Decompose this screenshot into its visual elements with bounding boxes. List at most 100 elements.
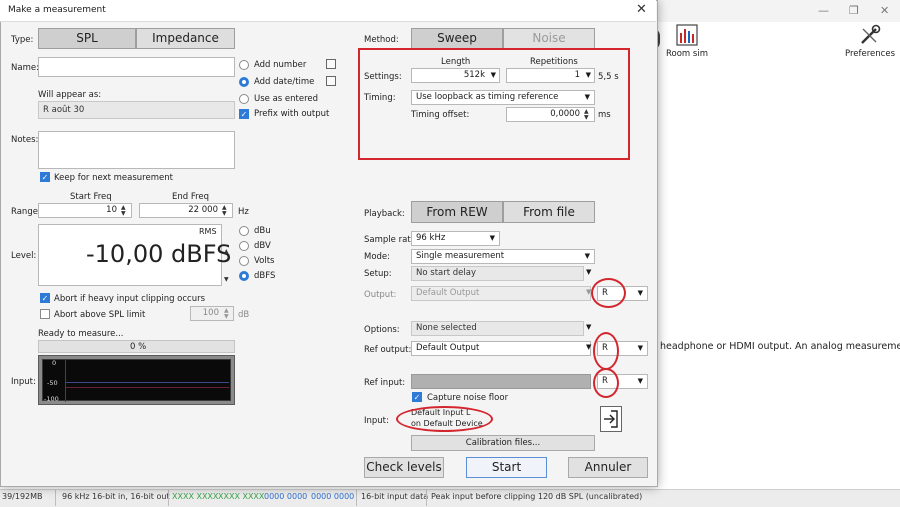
- keep-notes-checkbox[interactable]: ✓: [40, 172, 50, 182]
- dialog-title-bar: Make a measurement: [0, 0, 656, 22]
- level-label: Level:: [11, 251, 37, 261]
- calibration-files-button[interactable]: Calibration files...: [411, 435, 595, 451]
- impedance-type-button[interactable]: Impedance: [136, 28, 235, 49]
- from-rew-button[interactable]: From REW: [411, 201, 503, 223]
- spl-type-button[interactable]: SPL: [38, 28, 136, 49]
- dbv-radio[interactable]: [239, 241, 249, 251]
- chevron-down-icon[interactable]: ▼: [586, 268, 591, 276]
- spl-limit-unit: dB: [238, 310, 250, 320]
- ref-output-label: Ref output:: [364, 345, 412, 355]
- abort-spl-checkbox[interactable]: [40, 309, 50, 319]
- freq-unit-label: Hz: [238, 207, 249, 217]
- level-value: -10,00 dBFS: [86, 240, 232, 268]
- capture-noise-floor-checkbox[interactable]: ✓: [412, 392, 422, 402]
- abort-clipping-checkbox[interactable]: ✓: [40, 293, 50, 303]
- range-label: Range:: [11, 207, 41, 217]
- mode-select[interactable]: Single measurement ▼: [411, 249, 595, 264]
- notes-textarea[interactable]: [38, 131, 235, 169]
- prefix-output-checkbox[interactable]: ✓: [239, 109, 249, 119]
- list-icon[interactable]: [326, 76, 336, 86]
- name-input[interactable]: [38, 57, 235, 77]
- dbfs-radio[interactable]: [239, 271, 249, 281]
- mode-label: Mode:: [364, 252, 391, 262]
- start-button[interactable]: Start: [466, 457, 547, 478]
- maximize-button[interactable]: ❐: [849, 4, 859, 17]
- room-sim-label: Room sim: [666, 49, 708, 59]
- minimize-button[interactable]: —: [818, 4, 829, 17]
- preferences-label: Preferences: [845, 49, 895, 59]
- add-date-time-label: Add date/time: [254, 77, 315, 87]
- level-meter-b: XXXX XXXX: [218, 492, 265, 501]
- annotation-circle: [591, 278, 626, 308]
- add-date-time-radio[interactable]: [239, 77, 249, 87]
- playback-label: Playback:: [364, 209, 405, 219]
- notes-label: Notes:: [11, 135, 39, 145]
- level-meter-d: 0000 0000: [311, 492, 355, 501]
- dialog-title: Make a measurement: [8, 5, 106, 15]
- abort-clipping-label: Abort if heavy input clipping occurs: [54, 294, 206, 304]
- meter-display: 0 -50 -100: [42, 359, 231, 403]
- method-label: Method:: [364, 35, 399, 45]
- sample-rate-value: 96 kHz: [416, 233, 446, 243]
- ref-output-select[interactable]: Default Output: [411, 341, 591, 356]
- close-window-button[interactable]: ✕: [880, 4, 889, 17]
- setup-field[interactable]: No start delay: [411, 266, 584, 281]
- name-label: Name:: [11, 63, 39, 73]
- sample-rate-status: 96 kHz: [62, 492, 90, 501]
- level-mode-label: RMS: [199, 227, 217, 236]
- input-meter-label: Input:: [11, 377, 36, 387]
- sweep-method-button[interactable]: Sweep: [411, 28, 503, 49]
- chevron-down-icon: ▼: [584, 252, 590, 260]
- end-freq-input[interactable]: 22 000: [139, 203, 233, 218]
- output-label: Output:: [364, 290, 397, 300]
- dbu-label: dBu: [254, 226, 271, 236]
- end-freq-label: End Freq: [172, 192, 210, 202]
- memory-usage: 39/192MB: [2, 492, 43, 501]
- volts-radio[interactable]: [239, 256, 249, 266]
- start-freq-spinner[interactable]: ▲ ▼: [121, 205, 126, 217]
- output-field[interactable]: Default Output: [411, 286, 591, 301]
- mode-value: Single measurement: [416, 251, 505, 261]
- end-freq-spinner[interactable]: ▲ ▼: [222, 205, 227, 217]
- annotation-circle: [593, 332, 619, 370]
- chevron-down-icon: ▼: [637, 377, 643, 385]
- bit-depth-status: 16-bit in, 16-bit out: [92, 492, 170, 501]
- input-level-meter: 0 -50 -100: [38, 355, 235, 405]
- list-icon[interactable]: [326, 59, 336, 69]
- input-data-status: 16-bit input data: [361, 492, 429, 501]
- spl-limit-spinner[interactable]: ▲ ▼: [224, 308, 229, 320]
- prefix-output-label: Prefix with output: [254, 109, 330, 119]
- chevron-down-icon: ▼: [637, 289, 643, 297]
- tools-icon: [861, 24, 881, 44]
- level-spinner[interactable]: ▲ ▼: [224, 238, 229, 294]
- preferences-tool[interactable]: Preferences: [835, 24, 900, 59]
- noise-method-button[interactable]: Noise: [503, 28, 595, 49]
- bar-chart-icon: [676, 24, 698, 46]
- peak-input-status: Peak input before clipping 120 dB SPL (u…: [431, 492, 643, 501]
- meter-tick-50: -50: [47, 379, 58, 387]
- keep-notes-label: Keep for next measurement: [54, 173, 173, 183]
- cancel-button[interactable]: Annuler: [568, 457, 648, 478]
- will-appear-label: Will appear as:: [38, 90, 102, 100]
- capture-noise-floor-label: Capture noise floor: [427, 393, 509, 403]
- will-appear-value: R août 30: [38, 101, 235, 119]
- background-help-text: headphone or HDMI output. An analog meas…: [660, 341, 900, 352]
- level-meter-a: XXXX XXXX: [172, 492, 219, 501]
- options-field[interactable]: None selected: [411, 321, 584, 336]
- annotation-rectangle: [358, 48, 630, 160]
- from-file-button[interactable]: From file: [503, 201, 595, 223]
- ref-input-select[interactable]: [411, 374, 591, 389]
- add-number-radio[interactable]: [239, 60, 249, 70]
- level-meter-c: 0000 0000: [264, 492, 308, 501]
- type-label: Type:: [11, 35, 34, 45]
- start-freq-input[interactable]: 10: [38, 203, 132, 218]
- dbu-radio[interactable]: [239, 226, 249, 236]
- check-levels-button[interactable]: Check levels: [364, 457, 444, 478]
- room-sim-tool[interactable]: Room sim: [652, 24, 722, 59]
- setup-label: Setup:: [364, 269, 392, 279]
- sample-rate-select[interactable]: 96 kHz ▼: [411, 231, 500, 246]
- close-icon[interactable]: ✕: [636, 2, 647, 17]
- input-device-button[interactable]: [600, 406, 622, 432]
- use-as-entered-radio[interactable]: [239, 94, 249, 104]
- chevron-down-icon[interactable]: ▼: [586, 323, 591, 331]
